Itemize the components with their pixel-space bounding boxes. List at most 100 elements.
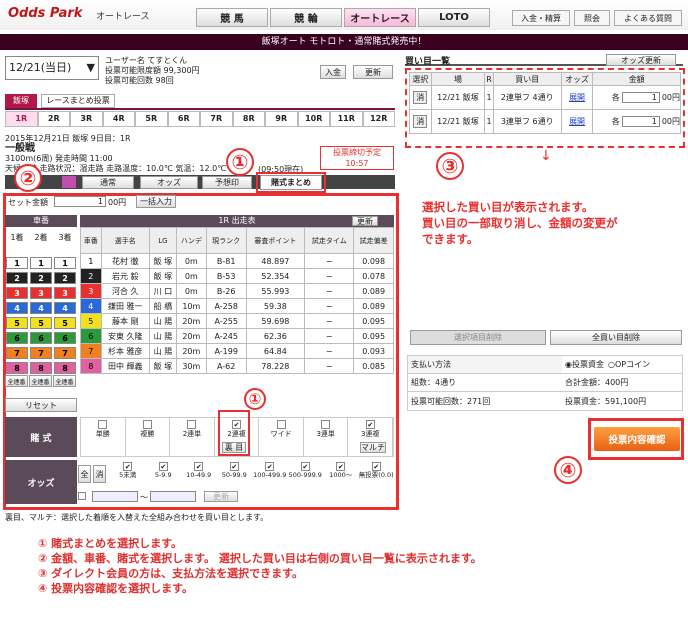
race-tab-7[interactable]: 7R [200,111,233,127]
buy-amount-input[interactable]: 1 [621,92,660,103]
odds-checkbox[interactable]: ✔ [194,462,204,471]
car-7-pos-2-button[interactable]: 7 [30,346,52,359]
bet-type-checkbox[interactable] [321,420,331,429]
odds-max-input[interactable] [150,491,196,502]
buy-delete-button[interactable]: 消 [413,91,428,104]
refresh-button[interactable]: 更新 [353,65,393,79]
bet-type-checkbox[interactable] [98,420,108,429]
car-1-pos-2-button[interactable]: 1 [30,256,52,269]
car-2-pos-1-button[interactable]: 2 [6,271,28,284]
buy-delete-button[interactable]: 消 [413,115,428,128]
odds-all-button[interactable]: 全 [78,465,91,483]
radio-opcoin[interactable]: ○OPコイン [604,359,650,370]
inquiry-link[interactable]: 照会 [574,10,610,26]
odds-range-6[interactable]: ✔ 1000〜 [323,460,359,490]
venue-tab-iizuka[interactable]: 飯塚 [5,94,37,108]
race-tab-4[interactable]: 4R [102,111,135,127]
car-3-pos-3-button[interactable]: 3 [54,286,76,299]
car-8-pos-2-button[interactable]: 8 [30,361,52,374]
odds-checkbox[interactable]: ✔ [123,462,133,471]
venue-tab-matome[interactable]: レースまとめ投票 [41,94,115,108]
race-tab-1[interactable]: 1R [5,111,38,127]
car-7-pos-1-button[interactable]: 7 [6,346,28,359]
car-2-pos-2-button[interactable]: 2 [30,271,52,284]
odds-range-1[interactable]: ✔ 5-9.9 [146,460,182,490]
multi-button[interactable]: マルチ [360,442,386,453]
race-tab-11[interactable]: 11R [330,111,363,127]
car-5-pos-3-button[interactable]: 5 [54,316,76,329]
deposit-button[interactable]: 入金 [320,65,346,79]
race-tab-12[interactable]: 12R [362,111,395,127]
odds-range-4[interactable]: ✔ 100-499.9 [252,460,288,490]
odds-min-input[interactable] [92,491,138,502]
tab-keiba[interactable]: 競 馬 [196,8,268,27]
bet-type-4[interactable]: ワイド [259,418,304,456]
car-8-pos-3-button[interactable]: 8 [54,361,76,374]
deposit-settle-link[interactable]: 入金・精算 [512,10,570,26]
bet-type-checkbox[interactable] [276,420,286,429]
odds-checkbox[interactable]: ✔ [371,462,381,471]
race-tab-8[interactable]: 8R [232,111,265,127]
odds-checkbox[interactable]: ✔ [158,462,168,471]
car-5-pos-2-button[interactable]: 5 [30,316,52,329]
bet-type-checkbox[interactable] [142,420,152,429]
car-2-pos-3-button[interactable]: 2 [54,271,76,284]
bulk-input-button[interactable]: 一括入力 [136,195,176,208]
bet-tab-normal[interactable]: 通常 [82,176,134,189]
tab-keirin[interactable]: 競 輪 [270,8,342,27]
delete-selected-button[interactable]: 選択項目削除 [410,330,546,345]
odds-range-3[interactable]: ✔ 50-99.9 [217,460,253,490]
car-6-pos-3-button[interactable]: 6 [54,331,76,344]
site-logo[interactable]: Odds Park [8,6,82,21]
bet-tab-odds[interactable]: オッズ [140,176,198,189]
bet-type-2[interactable]: 2連単 [170,418,215,456]
help-icon[interactable] [62,176,76,188]
odds-range-0[interactable]: ✔ 5未満 [110,460,146,490]
bet-type-5[interactable]: 3連単 [304,418,349,456]
car-1-pos-1-button[interactable]: 1 [6,256,28,269]
tab-autorace[interactable]: オートレース [344,8,416,27]
race-tab-6[interactable]: 6R [167,111,200,127]
bet-type-checkbox[interactable]: ✔ [365,420,375,429]
odds-range-2[interactable]: ✔ 10-49.9 [181,460,217,490]
car-1-pos-3-button[interactable]: 1 [54,256,76,269]
odds-refresh-top-button[interactable]: オッズ更新 [606,54,676,66]
race-tab-10[interactable]: 10R [297,111,330,127]
odds-checkbox[interactable]: ✔ [229,462,239,471]
car-4-pos-2-button[interactable]: 4 [30,301,52,314]
all-third-button[interactable]: 全連番 [53,375,76,387]
delete-all-button[interactable]: 全買い目削除 [550,330,682,345]
bet-type-checkbox[interactable] [187,420,197,429]
car-6-pos-2-button[interactable]: 6 [30,331,52,344]
odds-checkbox[interactable]: ✔ [300,462,310,471]
car-3-pos-2-button[interactable]: 3 [30,286,52,299]
car-4-pos-1-button[interactable]: 4 [6,301,28,314]
race-tab-5[interactable]: 5R [135,111,168,127]
odds-checkbox[interactable]: ✔ [336,462,346,471]
car-4-pos-3-button[interactable]: 4 [54,301,76,314]
bet-tab-prediction[interactable]: 予想印 [202,176,252,189]
confirm-bet-button[interactable]: 投票内容確認 [594,427,680,451]
odds-refresh-button[interactable]: 更新 [204,491,238,502]
radio-fund[interactable]: ◉投票資金 [562,359,604,370]
bet-type-1[interactable]: 複勝 [126,418,171,456]
buy-odds-link[interactable]: 展開 [569,117,585,126]
car-7-pos-3-button[interactable]: 7 [54,346,76,359]
buy-amount-input[interactable]: 1 [621,116,660,127]
car-3-pos-1-button[interactable]: 3 [6,286,28,299]
race-table-refresh[interactable]: 更新 [352,216,378,226]
all-second-button[interactable]: 全連番 [29,375,52,387]
race-tab-2[interactable]: 2R [37,111,70,127]
odds-range-5[interactable]: ✔ 500-999.9 [288,460,324,490]
odds-checkbox[interactable]: ✔ [265,462,275,471]
race-tab-9[interactable]: 9R [265,111,298,127]
buy-odds-link[interactable]: 展開 [569,93,585,102]
bet-type-0[interactable]: 単勝 [81,418,126,456]
car-8-pos-1-button[interactable]: 8 [6,361,28,374]
all-first-button[interactable]: 全連番 [5,375,28,387]
odds-range-checkbox[interactable] [78,492,86,500]
reset-button[interactable]: リセット [5,398,77,412]
race-tab-3[interactable]: 3R [70,111,103,127]
odds-range-7[interactable]: ✔ 無投票(0.0) [359,460,395,490]
car-6-pos-1-button[interactable]: 6 [6,331,28,344]
